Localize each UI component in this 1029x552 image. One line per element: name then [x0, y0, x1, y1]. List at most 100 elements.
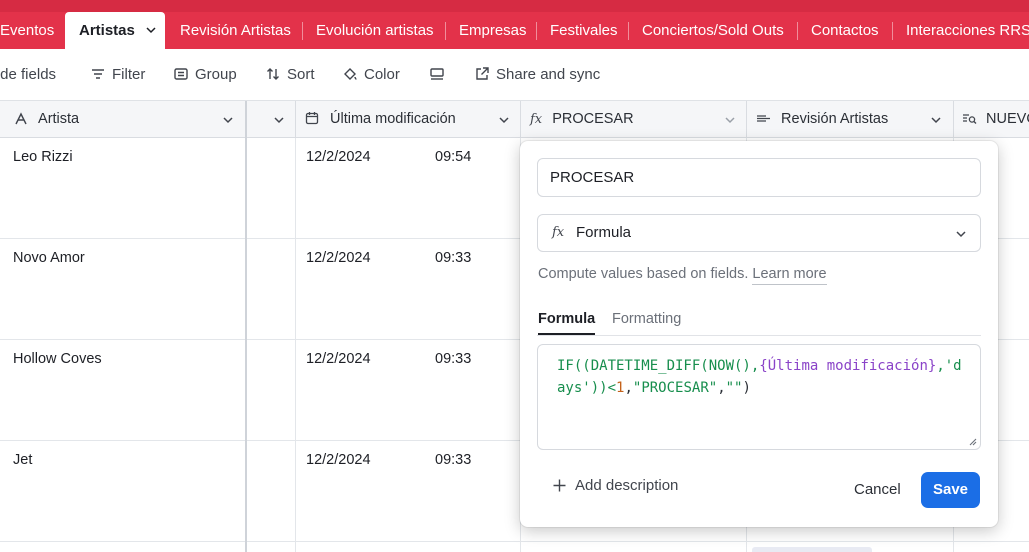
tab-divider — [445, 22, 446, 40]
tab-revision-artistas[interactable]: Revisión Artistas — [180, 12, 291, 49]
lookup-icon — [963, 114, 977, 124]
group-button[interactable]: Group — [173, 49, 237, 101]
editor-subtabs: Formula Formatting — [537, 307, 981, 336]
cell-artista[interactable]: Novo Amor — [13, 250, 85, 350]
paint-bucket-icon — [344, 68, 357, 80]
tab-conciertos[interactable]: Conciertos/Sold Outs — [642, 12, 784, 49]
sort-icon — [267, 68, 279, 80]
cell-date[interactable]: 12/2/2024 — [306, 250, 371, 350]
cell-time: 09:54 — [435, 149, 472, 165]
column-header-procesar-label: PROCESAR — [552, 111, 634, 127]
chevron-down-icon[interactable] — [222, 114, 234, 126]
tab-divider — [797, 22, 798, 40]
formula-token: ) — [742, 380, 751, 396]
cell-artista[interactable]: Leo Rizzi — [13, 149, 73, 249]
tab-festivales[interactable]: Festivales — [550, 12, 618, 49]
column-header-artista[interactable]: Artista — [0, 101, 246, 138]
table-tab-bar: Eventos Artistas Revisión Artistas Evolu… — [0, 0, 1029, 49]
cancel-button[interactable]: Cancel — [854, 481, 901, 498]
chevron-down-icon[interactable] — [273, 114, 285, 126]
chevron-down-icon[interactable] — [498, 114, 510, 126]
tab-formatting[interactable]: Formatting — [612, 311, 681, 327]
formula-token: IF((DATETIME_DIFF(NOW(), — [557, 358, 760, 374]
field-type-label: Formula — [576, 224, 632, 241]
filter-label: Filter — [112, 66, 146, 83]
formula-token: , — [717, 380, 726, 396]
add-description-button[interactable]: Add description — [552, 477, 678, 494]
color-label: Color — [364, 66, 400, 83]
formula-icon: fx — [552, 225, 565, 240]
tab-divider — [536, 22, 537, 40]
color-button[interactable]: Color — [342, 49, 400, 101]
resize-handle-icon[interactable] — [968, 437, 977, 446]
chevron-down-icon[interactable] — [145, 24, 157, 36]
column-header-ultima-modificacion[interactable]: Última modificación — [296, 101, 521, 138]
tab-contactos[interactable]: Contactos — [811, 12, 879, 49]
tab-formula[interactable]: Formula — [538, 311, 596, 335]
learn-more-link[interactable]: Learn more — [752, 266, 827, 285]
tab-eventos[interactable]: Eventos — [0, 12, 54, 49]
external-link-icon — [476, 67, 489, 80]
hide-fields-button[interactable]: Hide fields — [0, 49, 56, 101]
share-sync-button[interactable]: Share and sync — [474, 49, 600, 101]
cell-date[interactable]: 12/2/2024 — [306, 452, 371, 552]
chevron-down-icon[interactable] — [930, 114, 942, 126]
help-text: Compute values based on fields. — [538, 266, 749, 282]
column-header-artista-label: Artista — [38, 111, 80, 127]
tab-artistas-label: Artistas — [79, 22, 135, 39]
cell-time: 09:33 — [435, 452, 472, 468]
filter-button[interactable]: Filter — [90, 49, 145, 101]
linked-record-pill — [752, 547, 872, 552]
formula-icon: fx — [530, 112, 543, 127]
view-toolbar: Hide fields Filter Group Sort Color Shar… — [0, 49, 1029, 101]
column-header-revision-artistas[interactable]: Revisión Artistas — [747, 101, 954, 138]
cell-date[interactable]: 12/2/2024 — [306, 149, 371, 249]
add-description-label: Add description — [575, 477, 679, 494]
column-header-nuevo[interactable]: NUEVO — [954, 101, 1029, 138]
chevron-down-icon[interactable] — [955, 228, 967, 240]
column-header-procesar[interactable]: fx PROCESAR — [521, 101, 747, 138]
cell-date[interactable]: 12/2/2024 — [306, 351, 371, 451]
text-type-icon — [15, 112, 27, 125]
calendar-edit-icon — [305, 112, 319, 125]
tab-divider — [302, 22, 303, 40]
grid-header-row: Artista Última modificación fx PROCESAR … — [0, 101, 1029, 138]
tab-divider — [892, 22, 893, 40]
cell-time: 09:33 — [435, 250, 472, 266]
chevron-down-icon[interactable] — [724, 114, 736, 126]
column-header-hidden[interactable] — [246, 101, 296, 138]
linked-record-icon — [757, 115, 770, 122]
tab-divider — [628, 22, 629, 40]
sort-button[interactable]: Sort — [265, 49, 315, 101]
group-icon — [174, 68, 188, 80]
column-header-revision-label: Revisión Artistas — [781, 111, 889, 127]
formula-field-reference: {Última modificación} — [759, 358, 937, 374]
save-button[interactable]: Save — [921, 472, 980, 508]
tab-interacciones-rrss[interactable]: Interacciones RRSS — [906, 12, 1029, 49]
formula-string: "PROCESAR" — [632, 380, 718, 396]
frozen-column-divider — [245, 101, 247, 552]
formula-token: , — [624, 380, 633, 396]
row-height-icon — [430, 68, 444, 80]
field-name-input[interactable] — [537, 158, 981, 197]
tab-empresas[interactable]: Empresas — [459, 12, 527, 49]
share-sync-label: Share and sync — [496, 66, 601, 83]
column-divider — [295, 138, 296, 552]
formula-editor[interactable]: IF((DATETIME_DIFF(NOW(),{Última modifica… — [537, 344, 981, 450]
column-header-nuevo-label: NUEVO — [986, 111, 1029, 127]
column-header-ultima-label: Última modificación — [330, 111, 456, 127]
tab-evolucion-artistas[interactable]: Evolución artistas — [316, 12, 434, 49]
plus-icon — [553, 479, 566, 492]
group-label: Group — [195, 66, 237, 83]
tab-bar-top-strip — [0, 0, 1029, 12]
tab-artistas[interactable]: Artistas — [65, 12, 165, 49]
cell-artista[interactable]: Hollow Coves — [13, 351, 102, 451]
cell-time: 09:33 — [435, 351, 472, 367]
row-height-button[interactable] — [429, 49, 451, 101]
formula-string: "" — [725, 380, 743, 396]
filter-icon — [92, 69, 104, 79]
field-type-select[interactable]: fx Formula — [537, 214, 981, 252]
field-editor-popup: fx Formula Compute values based on field… — [520, 141, 998, 527]
cell-artista[interactable]: Jet — [13, 452, 32, 552]
sort-label: Sort — [287, 66, 315, 83]
